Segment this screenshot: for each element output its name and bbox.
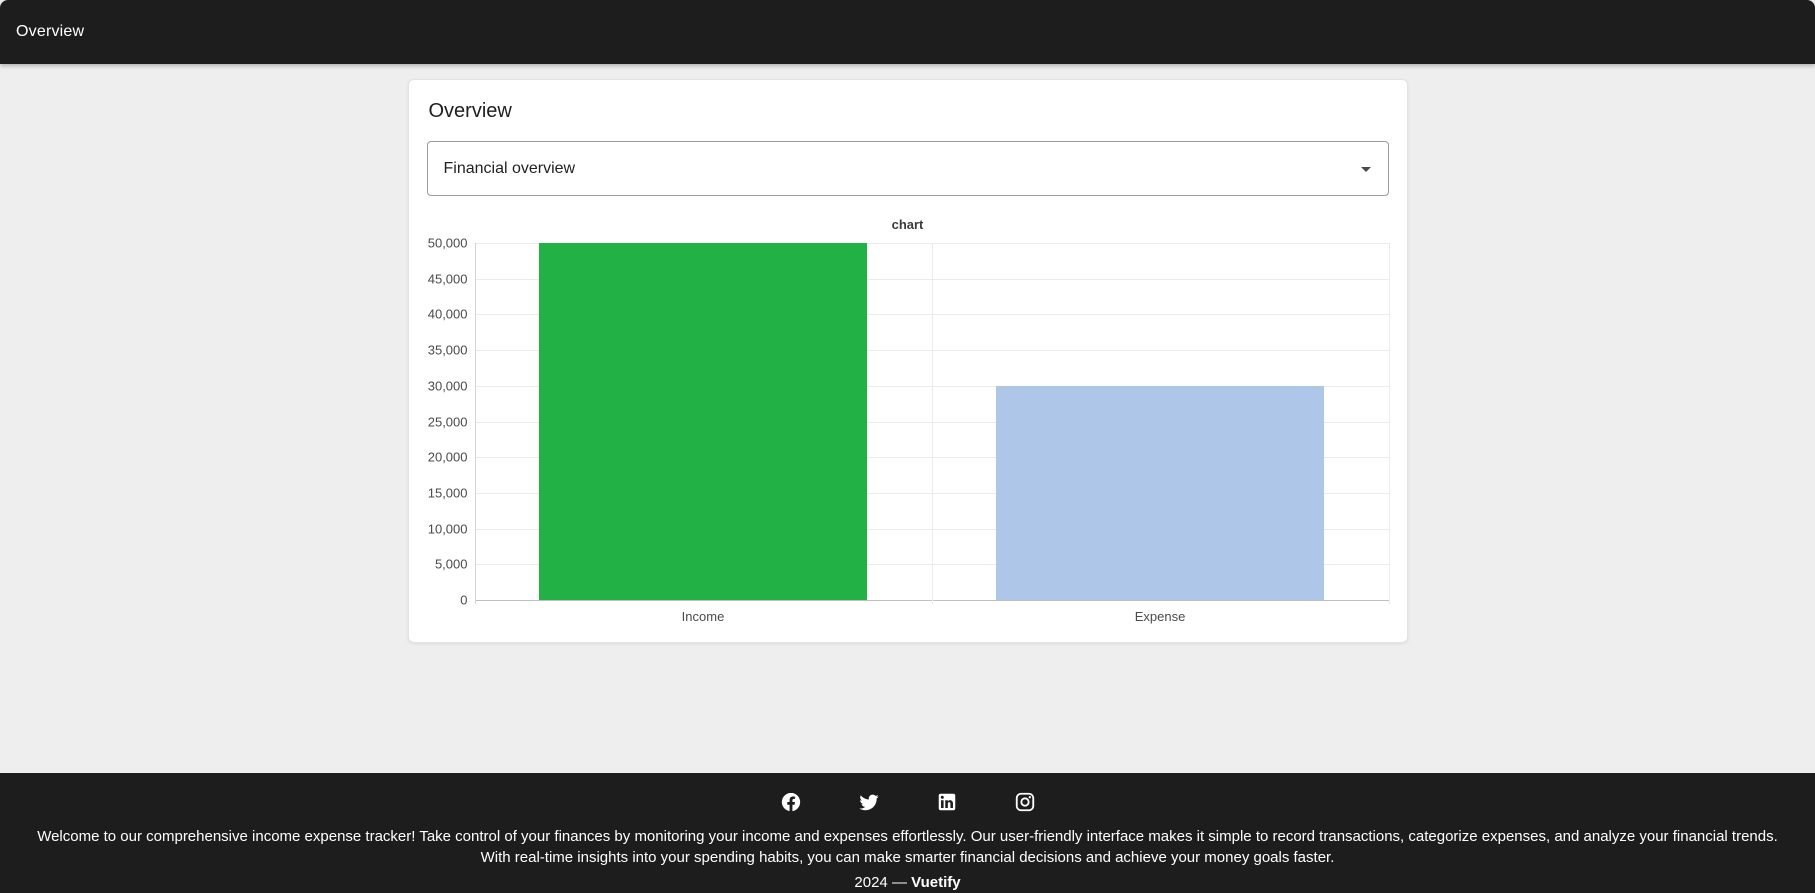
twitter-button[interactable] (851, 785, 887, 821)
y-tick-label: 0 (460, 592, 468, 608)
chevron-down-icon (1354, 157, 1378, 181)
column-income (475, 243, 932, 600)
facebook-button[interactable] (773, 785, 809, 821)
report-type-select-value: Financial overview (443, 159, 576, 177)
y-tick-label: 25,000 (427, 414, 468, 429)
financial-chart: chart 0 5,000 10,000 15,000 20,000 25,000 30,0… (427, 217, 1390, 624)
linkedin-icon (936, 791, 958, 816)
y-tick-label: 15,000 (427, 485, 468, 501)
vertical-gridline (1388, 243, 1390, 604)
y-tick-label: 10,000 (427, 521, 468, 537)
main-content: Overview Financial overview chart 0 5,000… (0, 64, 1815, 773)
bar-income[interactable] (539, 243, 867, 600)
chart-plot-area (474, 243, 1390, 604)
y-tick-label: 45,000 (427, 271, 468, 287)
footer-description: Welcome to our comprehensive income expe… (37, 828, 1778, 866)
chart-body: 0 5,000 10,000 15,000 20,000 25,000 30,000 35,0… (427, 236, 1390, 608)
y-tick-label: 20,000 (427, 449, 468, 465)
report-type-select[interactable]: Financial overview (426, 141, 1389, 196)
y-tick-label: 30,000 (427, 378, 468, 394)
x-tick-label-expense: Expense (1134, 609, 1186, 624)
instagram-button[interactable] (1007, 785, 1043, 821)
y-tick-label: 40,000 (427, 306, 468, 322)
chart-title: chart (891, 217, 924, 232)
bar-expense[interactable] (996, 385, 1324, 600)
app-bar-title: Overview (16, 23, 85, 40)
footer-copyright: 2024 — Vuetify (34, 873, 1781, 893)
y-tick-label: 35,000 (427, 342, 468, 358)
footer: Welcome to our comprehensive income expe… (0, 773, 1815, 893)
linkedin-button[interactable] (929, 785, 965, 821)
page: Overview Overview Financial overview cha… (0, 0, 1815, 893)
chart-y-axis: 0 5,000 10,000 15,000 20,000 25,000 30,000 35,0… (427, 236, 475, 608)
app-bar: Overview (0, 0, 1815, 64)
overview-card: Overview Financial overview chart 0 5,000… (407, 79, 1408, 643)
column-expense (932, 243, 1389, 600)
footer-copyright-brand: Vuetify (911, 874, 961, 891)
x-tick-label-income: Income (681, 609, 725, 624)
y-tick-label: 5,000 (434, 556, 468, 572)
chart-columns (475, 243, 1389, 600)
facebook-icon (780, 791, 802, 816)
y-tick-label: 50,000 (427, 235, 468, 251)
footer-copyright-year: 2024 — (854, 874, 907, 891)
twitter-icon (858, 791, 880, 816)
social-links (34, 785, 1781, 821)
instagram-icon (1014, 791, 1036, 816)
card-title: Overview (428, 100, 512, 122)
